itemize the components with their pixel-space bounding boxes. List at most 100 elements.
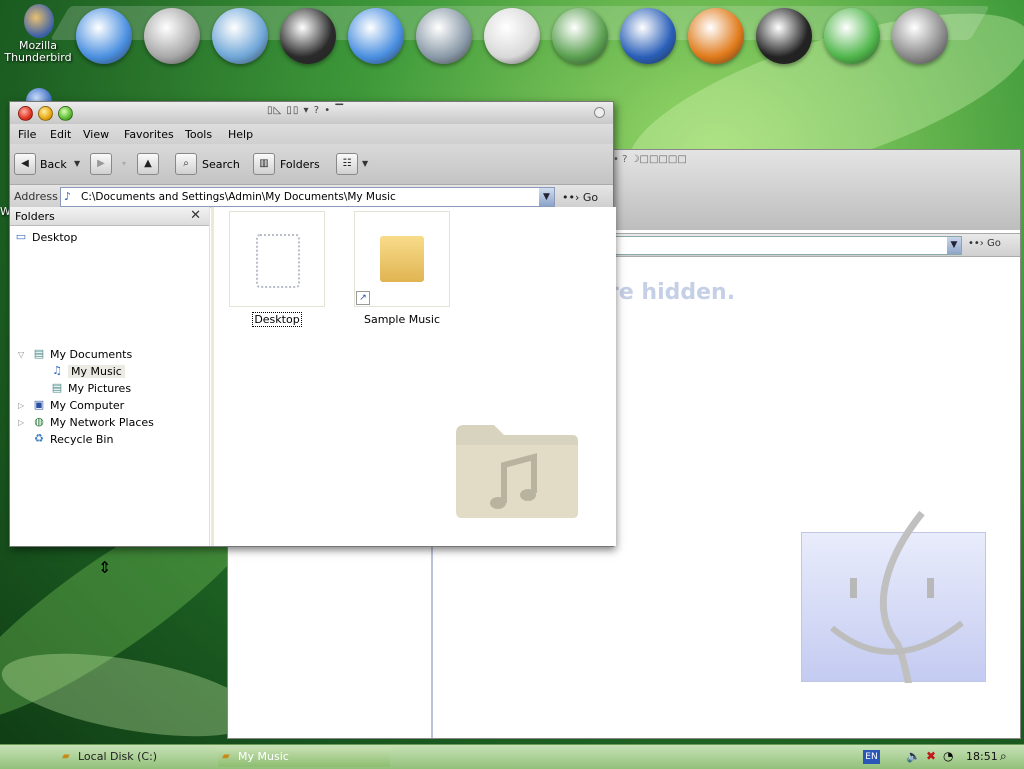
tree-item-label: My Pictures — [68, 381, 132, 395]
tree-item-my-pictures[interactable]: ▤ My Pictures — [50, 380, 131, 396]
close-icon[interactable]: ✕ — [190, 208, 201, 223]
clock[interactable]: 18:51 — [966, 750, 998, 763]
network-drive-dock-item[interactable] — [414, 6, 474, 66]
wallpaper-leaf — [0, 637, 265, 753]
mail-globe-dock-item[interactable] — [618, 6, 678, 66]
up-arrow-icon: ▲ — [144, 158, 152, 169]
back-button[interactable]: ◀ — [14, 153, 36, 175]
tree-item-recycle-bin[interactable]: ♻ Recycle Bin — [32, 431, 113, 447]
finder-watermark — [801, 510, 986, 683]
taskbar-button-my-music[interactable]: ▰ My Music — [218, 747, 390, 767]
language-indicator[interactable]: EN — [863, 750, 880, 764]
file-item-sample-music[interactable]: ↗ Sample Music — [354, 211, 450, 326]
address-path[interactable]: C:\Documents and Settings\Admin\My Docum… — [81, 191, 396, 203]
search-button[interactable]: ⌕ — [175, 153, 197, 175]
folders-label[interactable]: Folders — [280, 158, 320, 171]
shortcut-arrow-icon: ↗ — [356, 291, 370, 305]
network-drive-icon — [416, 8, 472, 64]
messenger-buddies-dock-item[interactable] — [822, 6, 882, 66]
my-music-icon: ♫ — [52, 364, 62, 377]
menu-view[interactable]: View — [83, 128, 109, 141]
tree-item-my-documents[interactable]: ▤ My Documents — [32, 346, 132, 362]
back-dropdown-icon[interactable]: ▼ — [74, 159, 80, 168]
search-label[interactable]: Search — [202, 158, 240, 171]
menu-file[interactable]: File — [18, 128, 36, 141]
zoom-window-button[interactable] — [58, 106, 73, 121]
file-thumbnail: ↗ — [354, 211, 450, 307]
resize-cursor-icon: ⇕ — [98, 558, 112, 577]
menu-favorites[interactable]: Favorites — [124, 128, 174, 141]
taskbar: ▰ Local Disk (C:) ▰ My Music EN 🔈 ✖ ◔ 18… — [0, 744, 1024, 769]
safari-browser-icon — [348, 8, 404, 64]
menu-edit[interactable]: Edit — [50, 128, 71, 141]
my-documents-icon: ▤ — [33, 347, 45, 360]
go-button[interactable]: ••› Go — [562, 191, 598, 204]
folders-button[interactable]: ▥ — [253, 153, 275, 175]
address-label: Address — [14, 190, 58, 203]
music-folder-small-icon: ♪ — [64, 190, 72, 203]
dashboard-gauge-dock-item[interactable] — [278, 6, 338, 66]
menu-bar: File Edit View Favorites Tools Help — [10, 124, 613, 144]
file-item-desktop[interactable]: Desktop — [229, 211, 325, 327]
speed-gauge-icon — [484, 8, 540, 64]
tree-item-my-network-places[interactable]: ◍ My Network Places — [32, 414, 154, 430]
firefox-dock-item[interactable] — [686, 6, 746, 66]
tree-item-label: Recycle Bin — [50, 432, 114, 446]
forward-arrow-icon: ▶ — [97, 158, 105, 169]
standard-toolbar: ◀ Back ▼ ▶ ▾ ▲ ⌕ Search ▥ Folders ☷ ▼ — [10, 144, 613, 184]
expand-my-computer-icon[interactable]: ▷ — [18, 401, 24, 410]
safari-compass-icon — [76, 8, 132, 64]
my-music-explorer-window[interactable]: ▯◺ ▯▯ ▾ ? • ▔ File Edit View Favorites T… — [9, 101, 616, 547]
system-tools-dock-item[interactable] — [890, 6, 950, 66]
forward-dropdown-icon[interactable]: ▾ — [122, 159, 126, 168]
file-list-pane[interactable]: Desktop ↗ Sample Music — [211, 207, 616, 546]
chevron-down-icon[interactable]: ▼ — [947, 237, 961, 254]
background-address-field[interactable]: ▼ — [614, 236, 962, 255]
tree-item-my-music[interactable]: ♫ My Music — [50, 363, 125, 379]
taskbar-button-local-disk[interactable]: ▰ Local Disk (C:) — [58, 747, 226, 767]
network-places-icon: ◍ — [34, 415, 44, 428]
close-window-button[interactable] — [18, 106, 33, 121]
terminal-dock-item[interactable] — [754, 6, 814, 66]
trash-bin-dock-item[interactable] — [142, 6, 202, 66]
safari-compass-dock-item[interactable] — [74, 6, 134, 66]
search-icon[interactable]: ⌕ — [1000, 749, 1007, 764]
titlebar-controls[interactable]: ▯◺ ▯▯ ▾ ? • ▔ — [267, 105, 344, 116]
back-label[interactable]: Back — [40, 158, 67, 171]
tree-item-desktop[interactable]: ▭ Desktop — [14, 229, 78, 245]
address-field[interactable]: ♪ C:\Documents and Settings\Admin\My Doc… — [60, 187, 555, 207]
menu-help[interactable]: Help — [228, 128, 253, 141]
tree-item-label: My Music — [68, 364, 125, 378]
finder-face-icon — [830, 510, 964, 683]
recycle-bin-icon: ♻ — [34, 432, 44, 445]
imac-photo-dock-item[interactable] — [550, 6, 610, 66]
folders-pane-icon: ▥ — [259, 158, 269, 169]
speed-gauge-dock-item[interactable] — [482, 6, 542, 66]
background-go-button[interactable]: ••› Go — [968, 238, 1001, 249]
desktop-icon: ▭ — [15, 230, 27, 243]
minimize-window-button[interactable] — [38, 106, 53, 121]
expand-my-documents-icon[interactable]: ▽ — [18, 350, 24, 359]
window-titlebar[interactable]: ▯◺ ▯▯ ▾ ? • ▔ — [10, 102, 613, 124]
tree-item-my-computer[interactable]: ▣ My Computer — [32, 397, 124, 413]
expand-network-places-icon[interactable]: ▷ — [18, 418, 24, 427]
folder-icon: ▰ — [62, 751, 70, 762]
folder-shortcut-icon — [380, 236, 424, 282]
toolbar-toggle-button[interactable] — [594, 107, 605, 118]
security-alert-icon[interactable]: ✖ — [926, 749, 936, 763]
volume-icon[interactable]: 🔈 — [906, 749, 921, 763]
safari-browser-dock-item[interactable] — [346, 6, 406, 66]
views-dropdown-icon[interactable]: ▼ — [362, 159, 368, 168]
forward-button[interactable]: ▶ — [90, 153, 112, 175]
taskbar-button-label: My Music — [238, 750, 289, 763]
menu-tools[interactable]: Tools — [185, 128, 212, 141]
taskbar-button-label: Local Disk (C:) — [78, 750, 158, 763]
update-globe-icon[interactable]: ◔ — [943, 749, 953, 763]
desktop-shortcut-icon — [256, 234, 300, 288]
imac-display-dock-item[interactable] — [210, 6, 270, 66]
address-dropdown-icon[interactable]: ▼ — [539, 188, 554, 206]
views-button[interactable]: ☷ — [336, 153, 358, 175]
tree-item-label: My Documents — [50, 347, 133, 361]
tree-item-label: Desktop — [32, 230, 78, 244]
up-folder-button[interactable]: ▲ — [137, 153, 159, 175]
